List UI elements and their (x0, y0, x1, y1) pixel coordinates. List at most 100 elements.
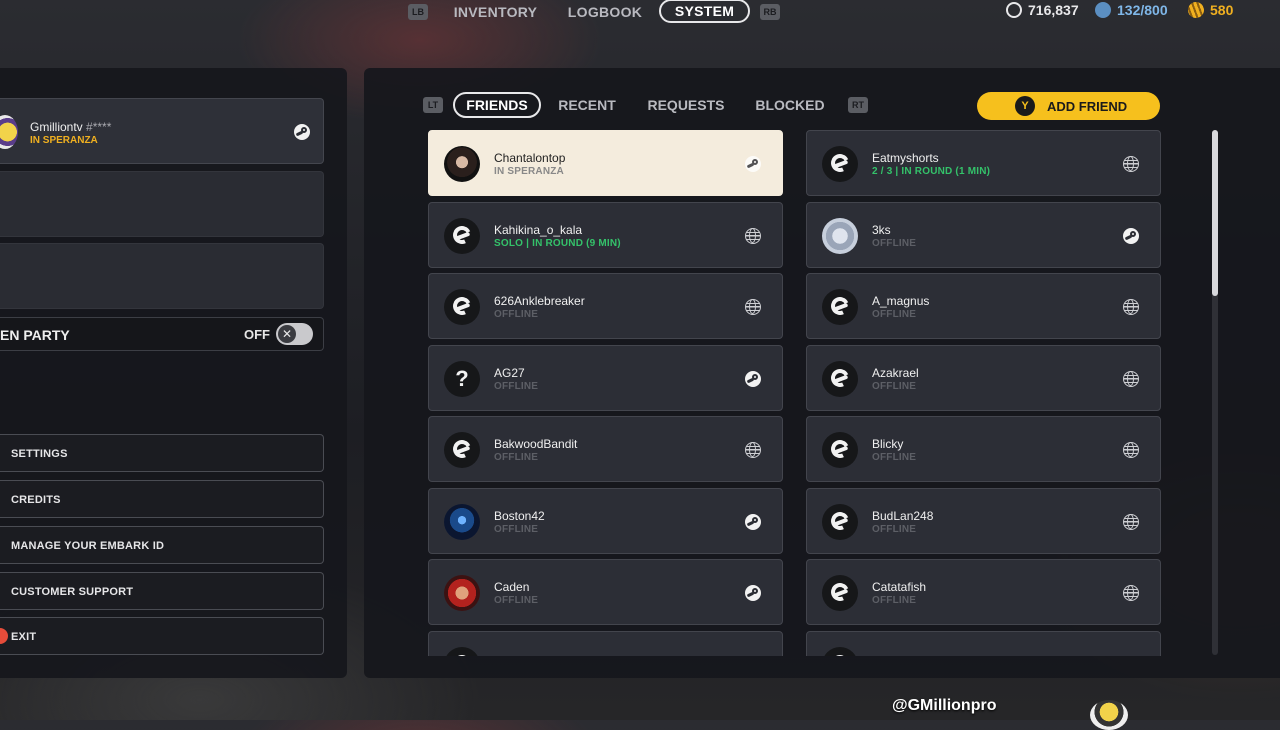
currency-tokens: 132/800 (1095, 2, 1168, 18)
avatar (822, 575, 858, 611)
tab-system[interactable]: SYSTEM (659, 0, 750, 23)
tab-recent[interactable]: RECENT (552, 92, 622, 118)
tab-inventory[interactable]: INVENTORY (448, 1, 543, 23)
currency-multibucks: 580 (1188, 2, 1233, 18)
globe-icon (745, 442, 761, 458)
tab-blocked[interactable]: BLOCKED (753, 92, 827, 118)
globe-icon (745, 299, 761, 315)
friend-card[interactable] (806, 630, 1161, 656)
multibucks-value: 580 (1210, 2, 1234, 18)
open-party-toggle[interactable]: ✕ (276, 323, 313, 345)
friend-name: 3ks (872, 222, 891, 237)
friend-status: 2 / 3 | IN ROUND (1 MIN) (872, 166, 991, 177)
credits-button[interactable]: CREDITS (0, 480, 324, 518)
friend-card[interactable]: Blicky OFFLINE (806, 416, 1161, 482)
avatar (444, 503, 480, 540)
friend-status: OFFLINE (494, 595, 539, 606)
friend-name: Caden (494, 580, 530, 594)
avatar (822, 217, 858, 254)
tab-friends[interactable]: FRIENDS (453, 92, 541, 118)
avatar (822, 360, 858, 397)
platform-icon-wrap (745, 370, 761, 392)
coin-icon (1006, 2, 1022, 18)
tab-logbook[interactable]: LOGBOOK (563, 1, 647, 23)
steam-icon (745, 585, 761, 601)
friend-card[interactable]: BudLan248 OFFLINE (806, 487, 1161, 554)
open-party-row[interactable]: EN PARTY OFF ✕ (0, 317, 324, 351)
settings-button[interactable]: SETTINGS (0, 434, 324, 472)
friend-status: OFFLINE (872, 523, 917, 535)
friend-card[interactable]: 3ks OFFLINE (806, 201, 1161, 268)
add-friend-button[interactable]: Y ADD FRIEND (977, 92, 1160, 120)
avatar (444, 646, 480, 656)
platform-icon-wrap (745, 585, 761, 606)
exit-button[interactable]: EXIT (0, 617, 324, 655)
platform-icon-wrap (745, 299, 761, 320)
avatar (1090, 700, 1128, 730)
open-party-label: EN PARTY (0, 327, 70, 343)
friend-card[interactable]: Kahikina_o_kala SOLO | IN ROUND (9 MIN) (428, 201, 783, 268)
steam-icon (745, 513, 761, 530)
friend-status: OFFLINE (494, 523, 539, 535)
friend-card[interactable]: Eatmyshorts 2 / 3 | IN ROUND (1 MIN) (806, 130, 1161, 196)
friend-name: Eatmyshorts (872, 151, 939, 165)
platform-icon-wrap (1123, 442, 1139, 463)
manage-embark-id-button[interactable]: MANAGE YOUR EMBARK ID (0, 526, 324, 564)
lt-trigger-hint: LT (423, 97, 443, 113)
player-tag: #**** (86, 120, 112, 134)
avatar (444, 432, 480, 468)
globe-icon (1123, 370, 1139, 387)
friends-scrollbar[interactable] (1212, 130, 1218, 655)
friend-card[interactable]: Boston42 OFFLINE (428, 487, 783, 554)
globe-icon (1123, 585, 1139, 601)
friend-card[interactable]: A_magnus OFFLINE (806, 273, 1161, 339)
steam-icon (294, 124, 310, 140)
currency-coins: 716,837 (1006, 2, 1079, 18)
platform-icon-wrap (745, 227, 761, 249)
rt-trigger-hint: RT (848, 97, 868, 113)
avatar (444, 217, 480, 254)
friend-name: AG27 (494, 365, 525, 380)
party-slot-self[interactable]: Gmilliontv #**** IN SPERANZA (0, 98, 324, 164)
friend-card[interactable]: ? AG27 OFFLINE (428, 344, 783, 411)
friend-name: A_magnus (872, 294, 930, 308)
friend-status: OFFLINE (494, 452, 539, 463)
friend-status: OFFLINE (872, 309, 917, 320)
friend-name: Catatafish (872, 580, 927, 594)
platform-icon-wrap (1123, 370, 1139, 392)
friend-card[interactable]: BakwoodBandit OFFLINE (428, 416, 783, 482)
credits-label: CREDITS (11, 494, 61, 506)
player-name: Gmilliontv (30, 120, 83, 134)
friend-status: OFFLINE (872, 380, 917, 392)
friend-card[interactable]: Caden OFFLINE (428, 559, 783, 625)
friend-card[interactable]: Chantalontop IN SPERANZA (428, 130, 783, 196)
globe-icon (745, 227, 761, 244)
platform-icon-wrap (1123, 299, 1139, 320)
friend-card[interactable]: Catatafish OFFLINE (806, 559, 1161, 625)
friends-panel: LT FRIENDS RECENT REQUESTS BLOCKED RT Y … (364, 68, 1280, 678)
friend-status: OFFLINE (494, 309, 539, 320)
rb-bumper-hint: RB (760, 4, 780, 20)
friend-card[interactable] (428, 630, 783, 656)
top-navigation: LB INVENTORY LOGBOOK SYSTEM RB 716,837 1… (0, 0, 1280, 24)
friend-name: 626Anklebreaker (494, 294, 585, 308)
friends-list[interactable]: Chantalontop IN SPERANZA Kahikina_o_kala SO… (428, 130, 1163, 656)
add-friend-label: ADD FRIEND (1047, 98, 1128, 114)
friend-card[interactable]: Azakrael OFFLINE (806, 344, 1161, 411)
party-slot-empty-1[interactable] (0, 171, 324, 237)
avatar (822, 289, 858, 325)
globe-icon (1123, 442, 1139, 458)
friend-name: BudLan248 (872, 508, 934, 523)
friend-status: OFFLINE (872, 595, 917, 606)
friend-status: OFFLINE (494, 380, 539, 392)
friend-card[interactable]: 626Anklebreaker OFFLINE (428, 273, 783, 339)
tab-requests[interactable]: REQUESTS (644, 92, 728, 118)
scrollbar-thumb[interactable] (1212, 130, 1218, 296)
coins-value: 716,837 (1028, 2, 1079, 18)
customer-support-label: CUSTOMER SUPPORT (11, 586, 134, 598)
party-slot-empty-2[interactable] (0, 243, 324, 309)
friend-name: Kahikina_o_kala (494, 222, 583, 237)
customer-support-button[interactable]: CUSTOMER SUPPORT (0, 572, 324, 610)
avatar (822, 146, 858, 182)
multibucks-icon (1188, 2, 1204, 18)
